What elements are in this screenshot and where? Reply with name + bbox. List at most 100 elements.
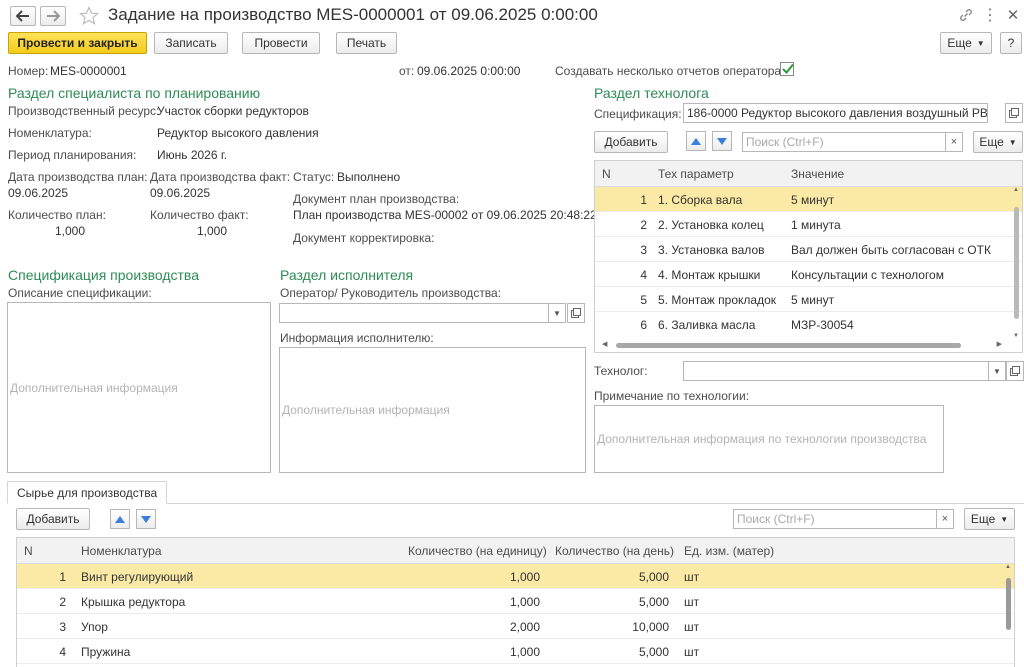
row-param: 2. Установка колец	[658, 218, 764, 232]
close-icon[interactable]: ✕	[1004, 5, 1022, 25]
tech-add-button[interactable]: Добавить	[594, 131, 668, 153]
technologist-dropdown-button[interactable]: ▼	[988, 361, 1006, 381]
executor-info-placeholder: Дополнительная информация	[282, 403, 450, 417]
more-button[interactable]: Еще ▼	[940, 32, 992, 54]
technologist-open-button[interactable]	[1006, 361, 1024, 381]
tech-note-textarea[interactable]: Дополнительная информация по технологии …	[594, 405, 944, 473]
materials-search-clear-button[interactable]: ×	[936, 509, 954, 529]
row-unit: шт	[684, 620, 700, 634]
kebab-menu-icon[interactable]: ⋮	[982, 5, 998, 25]
resource-label: Производственный ресурс:	[8, 104, 160, 118]
qty-fact-value[interactable]: 1,000	[197, 224, 227, 238]
materials-table-header: N Номенклатура Количество (на единицу) К…	[17, 538, 1014, 564]
col-per-day[interactable]: Количество (на день)	[555, 544, 674, 558]
table-row[interactable]: 1 Винт регулирующий 1,000 5,000 шт	[17, 564, 1014, 589]
clear-icon: ×	[941, 513, 949, 525]
link-icon[interactable]	[956, 5, 976, 25]
materials-move-down-button[interactable]	[136, 509, 156, 529]
scroll-thumb[interactable]	[616, 343, 961, 348]
plan-date-value[interactable]: 09.06.2025	[8, 186, 68, 200]
materials-move-up-button[interactable]	[110, 509, 130, 529]
materials-vertical-scrollbar[interactable]: ▲	[1005, 564, 1013, 667]
nomenclature-value[interactable]: Редуктор высокого давления	[157, 126, 319, 140]
table-row[interactable]: 4 4. Монтаж крышки Консультации с технол…	[595, 262, 1022, 287]
technologist-section-title: Раздел технолога	[594, 85, 709, 101]
multi-reports-checkbox[interactable]	[780, 62, 794, 76]
number-value[interactable]: MES-0000001	[50, 64, 127, 78]
print-button[interactable]: Печать	[336, 32, 397, 54]
star-icon[interactable]	[78, 5, 100, 27]
materials-add-button[interactable]: Добавить	[16, 508, 90, 530]
table-row[interactable]: 4 Пружина 1,000 5,000 шт	[17, 639, 1014, 664]
plan-doc-value[interactable]: План производства MES-00002 от 09.06.202…	[293, 208, 597, 222]
tech-search-input[interactable]: Поиск (Ctrl+F)	[742, 132, 946, 152]
table-row[interactable]: 2 2. Установка колец 1 минута	[595, 212, 1022, 237]
table-row[interactable]: 3 3. Установка валов Вал должен быть сог…	[595, 237, 1022, 262]
help-button[interactable]: ?	[1000, 32, 1022, 54]
post-button[interactable]: Провести	[242, 32, 320, 54]
arrow-up-icon	[691, 137, 701, 145]
row-n: 5	[640, 293, 647, 307]
col-name[interactable]: Номенклатура	[81, 544, 162, 558]
chevron-down-icon: ▼	[976, 38, 985, 48]
tech-move-up-button[interactable]	[686, 131, 706, 151]
col-unit[interactable]: Ед. изм. (матер)	[684, 544, 774, 558]
technologist-input[interactable]	[683, 361, 989, 381]
tech-move-down-button[interactable]	[712, 131, 732, 151]
row-param: 6. Заливка масла	[658, 318, 756, 332]
col-per-unit[interactable]: Количество (на единицу)	[408, 544, 547, 558]
operator-input[interactable]	[279, 303, 549, 323]
plan-doc-label: Документ план производства:	[293, 192, 460, 206]
tech-params-table[interactable]: N Тех параметр Значение 1 1. Сборка вала…	[594, 160, 1023, 353]
table-row[interactable]: 2 Крышка редуктора 1,000 5,000 шт	[17, 589, 1014, 614]
row-per-unit: 1,000	[509, 645, 540, 659]
tech-search-clear-button[interactable]: ×	[945, 132, 963, 152]
col-n[interactable]: N	[602, 167, 611, 181]
period-value[interactable]: Июнь 2026 г.	[157, 148, 227, 162]
row-value: 5 минут	[791, 193, 835, 207]
date-value[interactable]: 09.06.2025 0:00:00	[417, 64, 520, 78]
tech-horizontal-scrollbar[interactable]: ◀ ▶	[595, 338, 1022, 352]
row-param: 1. Сборка вала	[658, 193, 743, 207]
post-and-close-button[interactable]: Провести и закрыть	[8, 32, 147, 54]
clear-icon: ×	[950, 136, 958, 148]
row-per-day: 10,000	[632, 620, 669, 634]
tech-more-button[interactable]: Еще ▼	[973, 131, 1023, 153]
executor-info-textarea[interactable]: Дополнительная информация	[279, 347, 586, 473]
scroll-thumb[interactable]	[1014, 207, 1019, 319]
table-row[interactable]: 1 1. Сборка вала 5 минут	[595, 187, 1022, 212]
materials-table[interactable]: N Номенклатура Количество (на единицу) К…	[16, 537, 1015, 667]
tech-spec-input[interactable]: 186-0000 Редуктор высокого давления возд…	[683, 103, 988, 123]
col-param[interactable]: Тех параметр	[658, 167, 734, 181]
fact-date-label: Дата производства факт:	[150, 170, 291, 184]
back-button[interactable]	[10, 6, 36, 26]
table-row[interactable]: 5 5. Монтаж прокладок 5 минут	[595, 287, 1022, 312]
qty-fact-label: Количество факт:	[150, 208, 249, 222]
scroll-left-icon: ◀	[602, 341, 608, 348]
arrow-down-icon	[141, 515, 151, 523]
materials-more-button[interactable]: Еще ▼	[964, 508, 1015, 530]
fact-date-value[interactable]: 09.06.2025	[150, 186, 210, 200]
operator-dropdown-button[interactable]: ▼	[548, 303, 566, 323]
col-n[interactable]: N	[24, 544, 33, 558]
tab-materials[interactable]: Сырье для производства	[7, 481, 168, 504]
spec-desc-textarea[interactable]: Дополнительная информация	[7, 302, 271, 473]
chevron-down-icon: ▼	[993, 366, 1001, 376]
scroll-thumb[interactable]	[1006, 578, 1011, 630]
row-value: Вал должен быть согласован с ОТК	[791, 243, 991, 257]
operator-open-button[interactable]	[567, 303, 585, 323]
table-row[interactable]: 6 6. Заливка масла МЗР-30054	[595, 312, 1022, 337]
row-value: 5 минут	[791, 293, 835, 307]
qty-plan-value[interactable]: 1,000	[55, 224, 85, 238]
resource-value[interactable]: Участок сборки редукторов	[157, 104, 309, 118]
arrow-right-icon	[47, 10, 60, 22]
status-label: Статус:	[293, 170, 335, 184]
materials-search-input[interactable]: Поиск (Ctrl+F)	[733, 509, 937, 529]
tech-spec-open-button[interactable]	[1005, 103, 1023, 123]
save-button[interactable]: Записать	[154, 32, 228, 54]
forward-button[interactable]	[40, 6, 66, 26]
status-value[interactable]: Выполнено	[337, 170, 400, 184]
col-value[interactable]: Значение	[791, 167, 844, 181]
table-row[interactable]: 3 Упор 2,000 10,000 шт	[17, 614, 1014, 639]
tech-vertical-scrollbar[interactable]: ▲ ▼	[1013, 187, 1021, 339]
